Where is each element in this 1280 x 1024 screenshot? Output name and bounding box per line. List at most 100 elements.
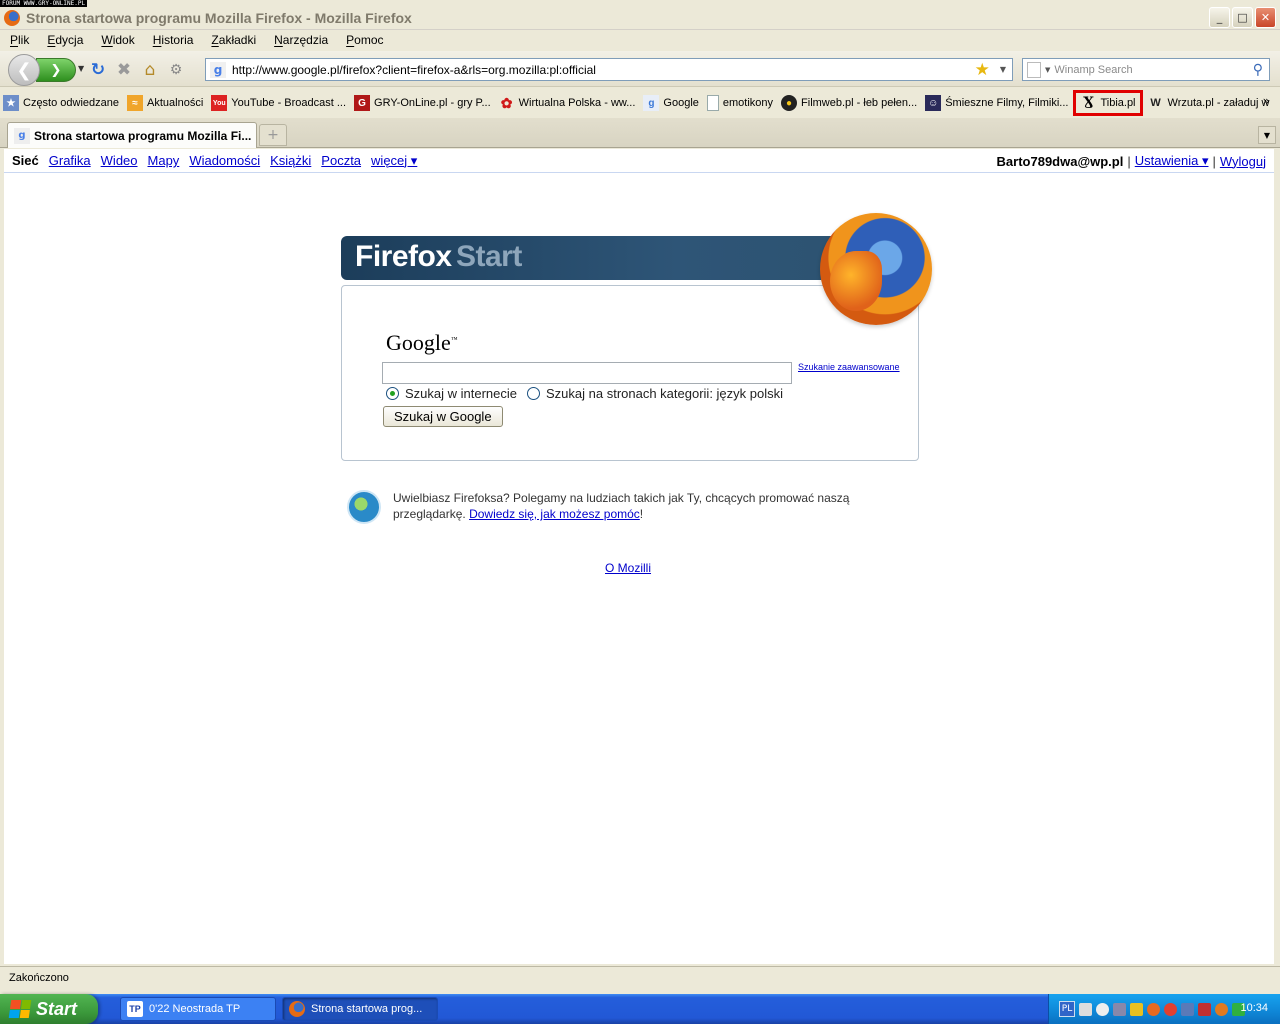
bookmark-label: Filmweb.pl - łeb pełen...	[801, 97, 918, 109]
windows-logo-icon	[8, 1000, 32, 1018]
menu-narzedzia[interactable]: Narzędzia	[264, 33, 336, 47]
search-input[interactable]: Winamp Search	[1054, 64, 1252, 76]
menu-bar: Plik Edycja Widok Historia Zakładki Narz…	[0, 30, 1280, 50]
bookmark-aktualnosci[interactable]: ≈ Aktualności	[124, 92, 206, 114]
gbar-link-wideo[interactable]: Wideo	[101, 153, 138, 168]
menu-historia[interactable]: Historia	[143, 33, 202, 47]
menu-widok[interactable]: Widok	[91, 33, 142, 47]
google-bar: Sieć Grafika Wideo Mapy Wiadomości Książ…	[4, 149, 1274, 173]
forward-button[interactable]: ❯	[36, 58, 76, 82]
google-logo: Google™	[386, 330, 458, 356]
tab-start-page[interactable]: g Strona startowa programu Mozilla Fi...	[7, 122, 257, 148]
filmweb-icon: ●	[781, 95, 798, 111]
close-button[interactable]: ✕	[1255, 7, 1276, 28]
bookmark-google[interactable]: g Google	[640, 92, 701, 114]
advanced-search-link[interactable]: Szukanie zaawansowane	[798, 362, 900, 372]
bookmark-smieszne[interactable]: ☺ Śmieszne Filmy, Filmiki...	[922, 92, 1071, 114]
menu-plik[interactable]: Plik	[0, 33, 37, 47]
menu-zakladki[interactable]: Zakładki	[201, 33, 264, 47]
search-bar[interactable]: ▼ Winamp Search ⚲	[1022, 58, 1270, 81]
taskbar-item-neostrada[interactable]: TP 0'22 Neostrada TP	[120, 997, 276, 1021]
start-label: Start	[36, 998, 78, 1019]
google-search-input[interactable]	[382, 362, 792, 384]
new-tab-button[interactable]: +	[259, 124, 287, 146]
window-title: Strona startowa programu Mozilla Firefox…	[26, 9, 412, 26]
tray-x-icon[interactable]	[1198, 1002, 1211, 1016]
bookmark-wirtualna-polska[interactable]: ✿ Wirtualna Polska - ww...	[496, 92, 639, 114]
bookmark-label: YouTube - Broadcast ...	[231, 97, 347, 109]
reload-icon[interactable]: ↻	[88, 60, 108, 80]
wp-icon: ✿	[500, 94, 513, 111]
tray-o-icon[interactable]	[1215, 1002, 1228, 1016]
maximize-button[interactable]: □	[1232, 7, 1253, 28]
youtube-icon: You	[211, 95, 228, 111]
gbar-link-wiadomosci[interactable]: Wiadomości	[189, 153, 260, 168]
tray-net-icon[interactable]	[1181, 1002, 1194, 1016]
page-icon	[706, 95, 719, 111]
tab-list-dropdown-icon[interactable]: ▼	[1258, 126, 1276, 144]
menu-edycja[interactable]: Edycja	[37, 33, 91, 47]
radio-polish-label: Szukaj na stronach kategorii: język pols…	[546, 386, 784, 401]
bookmark-star-icon[interactable]: ★	[975, 60, 990, 80]
search-engine-icon[interactable]	[1027, 61, 1041, 78]
bookmark-label: Aktualności	[147, 97, 204, 109]
tray-star-icon[interactable]	[1147, 1002, 1160, 1016]
menu-pomoc[interactable]: Pomoc	[336, 33, 391, 47]
tray-expand-icon[interactable]	[1096, 1002, 1109, 1016]
gears-icon[interactable]: ⚙	[166, 60, 186, 80]
rss-icon: ≈	[127, 95, 144, 111]
bookmark-wrzuta[interactable]: W Wrzuta.pl - załaduj w	[1145, 92, 1273, 114]
bookmarks-overflow-icon[interactable]: »	[1263, 94, 1270, 108]
tab-bar: g Strona startowa programu Mozilla Fi...…	[0, 118, 1280, 148]
bookmark-filmweb[interactable]: ● Filmweb.pl - łeb pełen...	[778, 92, 920, 114]
radio-polish[interactable]	[527, 387, 540, 400]
search-engine-dropdown-icon[interactable]: ▼	[1045, 66, 1050, 74]
url-text[interactable]: http://www.google.pl/firefox?client=fire…	[232, 63, 975, 77]
history-dropdown-icon[interactable]: ▼	[78, 64, 84, 73]
tray-shield-icon[interactable]	[1130, 1002, 1143, 1016]
taskbar-item-label: 0'22 Neostrada TP	[149, 1003, 241, 1015]
windows-taskbar: Start TP 0'22 Neostrada TP Strona starto…	[0, 994, 1280, 1024]
gbar-link-mapy[interactable]: Mapy	[148, 153, 180, 168]
gbar-link-wiecej[interactable]: więcej ▾	[371, 153, 417, 169]
url-dropdown-icon[interactable]: ▼	[1000, 65, 1006, 74]
search-icon[interactable]: ⚲	[1253, 62, 1263, 78]
promo-help-link[interactable]: Dowiedz się, jak możesz pomóc	[469, 507, 640, 521]
logout-link[interactable]: Wyloguj	[1220, 154, 1266, 169]
settings-link[interactable]: Ustawienia ▾	[1135, 153, 1209, 169]
back-button[interactable]: ❮	[8, 54, 40, 86]
google-favicon-icon: g	[14, 127, 30, 144]
language-indicator[interactable]: PL	[1059, 1001, 1075, 1017]
gry-online-icon: G	[354, 95, 371, 111]
bookmark-czesto-odwiedzane[interactable]: ★ Często odwiedzane	[0, 92, 122, 114]
stop-icon[interactable]: ✖	[114, 60, 134, 80]
minimize-button[interactable]: _	[1209, 7, 1230, 28]
gbar-separator: |	[1212, 153, 1216, 169]
bookmark-label: Śmieszne Filmy, Filmiki...	[945, 97, 1069, 109]
gbar-link-grafika[interactable]: Grafika	[49, 153, 91, 168]
status-text: Zakończono	[9, 971, 69, 984]
navigation-toolbar: ❯ ❮ ▼ ↻ ✖ ⌂ ⚙ g http://www.google.pl/fir…	[0, 51, 1280, 87]
clock: 10:34	[1240, 1002, 1268, 1014]
window-titlebar[interactable]: Strona startowa programu Mozilla Firefox…	[0, 6, 1280, 30]
radio-web[interactable]	[386, 387, 399, 400]
bookmark-gry-online[interactable]: G GRY-OnLine.pl - gry P...	[351, 92, 494, 114]
tray-monitor-icon[interactable]	[1113, 1002, 1126, 1016]
tray-network-icon[interactable]	[1079, 1002, 1092, 1016]
url-bar[interactable]: g http://www.google.pl/firefox?client=fi…	[205, 58, 1013, 81]
google-search-button[interactable]: Szukaj w Google	[383, 406, 503, 427]
tp-icon: TP	[127, 1001, 143, 1017]
firefox-start-header: Firefox Start	[341, 236, 901, 280]
header-title-start: Start	[456, 240, 522, 273]
home-icon[interactable]: ⌂	[140, 60, 160, 80]
radio-web-label: Szukaj w internecie	[405, 386, 517, 401]
about-mozilla-link[interactable]: O Mozilli	[605, 561, 651, 575]
bookmark-emotikony[interactable]: emotikony	[704, 92, 776, 114]
taskbar-item-firefox[interactable]: Strona startowa prog...	[282, 997, 438, 1021]
tray-gear-icon[interactable]	[1164, 1002, 1177, 1016]
gbar-link-ksiazki[interactable]: Książki	[270, 153, 311, 168]
bookmark-tibia[interactable]: Ɣ Tibia.pl	[1073, 90, 1143, 116]
gbar-link-poczta[interactable]: Poczta	[321, 153, 361, 168]
start-button[interactable]: Start	[0, 994, 98, 1024]
bookmark-youtube[interactable]: You YouTube - Broadcast ...	[208, 92, 349, 114]
